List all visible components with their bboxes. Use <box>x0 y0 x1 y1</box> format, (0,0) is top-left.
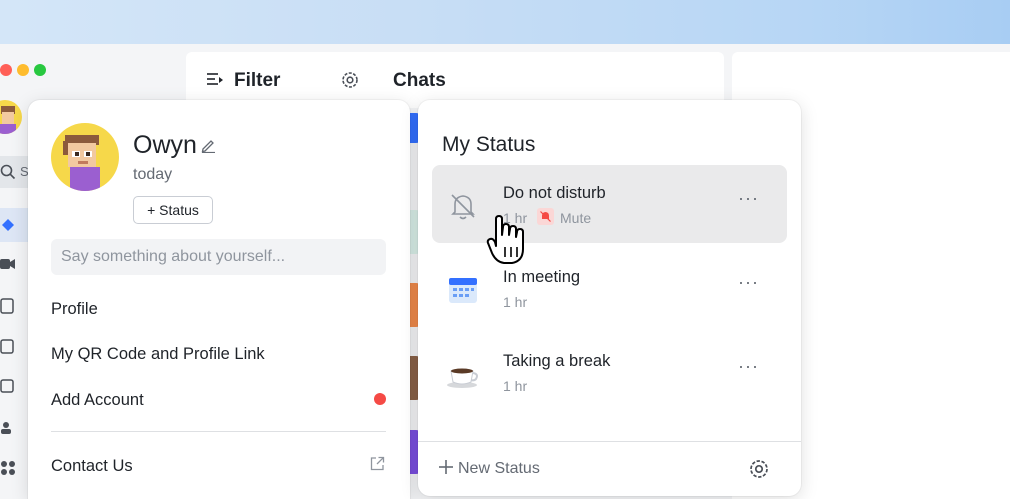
profile-avatar[interactable] <box>51 123 119 191</box>
search-icon <box>0 164 16 180</box>
about-yourself-input[interactable]: Say something about yourself... <box>51 239 386 275</box>
filter-label[interactable]: Filter <box>234 70 280 92</box>
menu-item-add-account[interactable]: Add Account <box>51 391 144 410</box>
coffee-cup-icon <box>447 368 478 388</box>
docs-icon[interactable] <box>0 298 16 314</box>
window-close-button[interactable] <box>0 64 12 76</box>
chats-title: Chats <box>393 70 446 91</box>
status-title: Do not disturb <box>503 184 606 202</box>
bell-off-icon <box>451 194 475 220</box>
menu-item-contact-us[interactable]: Contact Us <box>51 457 133 476</box>
window-zoom-button[interactable] <box>34 64 46 76</box>
gear-icon[interactable] <box>340 70 360 90</box>
calendar-icon <box>449 278 477 303</box>
base-icon[interactable] <box>0 378 16 394</box>
apps-icon[interactable] <box>0 460 16 476</box>
more-options-button[interactable]: ··· <box>738 273 758 295</box>
my-status-title: My Status <box>442 133 536 156</box>
mute-label: Mute <box>560 210 592 226</box>
profile-name: Owyn <box>133 131 197 159</box>
muted-bell-icon <box>540 211 551 222</box>
gear-icon[interactable] <box>748 458 770 480</box>
status-duration: 1 hr <box>503 378 528 394</box>
menu-item-profile[interactable]: Profile <box>51 300 98 319</box>
video-icon[interactable] <box>0 256 16 272</box>
mute-badge <box>537 208 554 225</box>
new-status-label: New Status <box>458 460 540 477</box>
edit-pencil-icon[interactable] <box>200 137 216 153</box>
messenger-icon <box>2 219 14 231</box>
status-item-taking-a-break[interactable]: Taking a break 1 hr ··· <box>432 333 787 411</box>
menu-item-qr-code[interactable]: My QR Code and Profile Link <box>51 345 265 364</box>
status-duration: 1 hr <box>503 294 528 310</box>
plus-icon <box>439 460 453 474</box>
new-status-button[interactable]: New Status <box>438 459 540 478</box>
footer-divider <box>418 441 801 442</box>
window-minimize-button[interactable] <box>17 64 29 76</box>
profile-popup: Owyn today + Status Say something about … <box>28 100 410 499</box>
status-title: In meeting <box>503 268 581 286</box>
contacts-icon[interactable] <box>0 420 16 436</box>
my-status-popup: My Status Do not disturb 1 hr Mute ··· I… <box>418 100 801 496</box>
more-options-button[interactable]: ··· <box>738 357 758 379</box>
status-title: Taking a break <box>503 352 611 370</box>
filter-icon[interactable] <box>206 70 224 88</box>
menu-divider <box>51 431 386 432</box>
calendar-rail-icon[interactable] <box>0 338 16 354</box>
external-link-icon <box>370 456 385 471</box>
add-status-button[interactable]: + Status <box>133 196 213 224</box>
more-options-button[interactable]: ··· <box>738 189 758 211</box>
notification-dot <box>374 393 386 405</box>
hand-cursor-icon <box>486 215 524 264</box>
desktop-background <box>0 0 1010 45</box>
profile-last-seen: today <box>133 166 173 183</box>
